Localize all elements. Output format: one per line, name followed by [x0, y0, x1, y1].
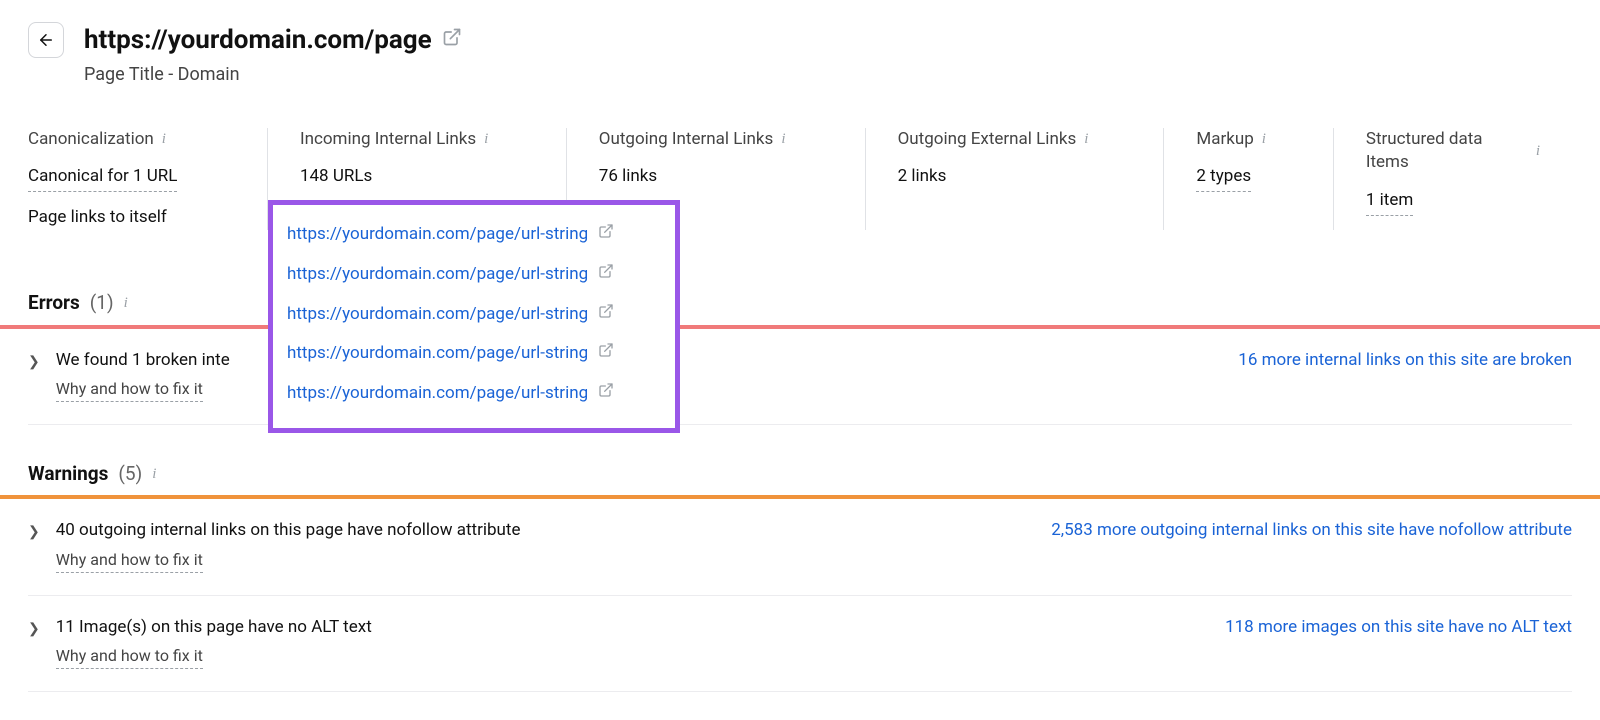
issue-text: 11 Image(s) on this page have no ALT tex…	[56, 616, 372, 640]
issue-text: We found 1 broken inte	[56, 349, 230, 373]
info-icon[interactable]: i	[162, 129, 166, 150]
stat-label: Outgoing External Links	[898, 128, 1077, 152]
dropdown-url-text: https://yourdomain.com/page/url-string	[287, 342, 588, 366]
external-link-icon[interactable]	[598, 303, 614, 327]
stat-value: 76 links	[599, 165, 833, 189]
dropdown-url-link[interactable]: https://yourdomain.com/page/url-string	[287, 374, 661, 414]
page-header: https://yourdomain.com/page Page Title -…	[28, 0, 1572, 88]
chevron-right-icon[interactable]: ❯	[28, 349, 40, 402]
dropdown-url-text: https://yourdomain.com/page/url-string	[287, 263, 588, 287]
dropdown-url-link[interactable]: https://yourdomain.com/page/url-string	[287, 215, 661, 255]
info-icon[interactable]: i	[1084, 129, 1088, 150]
stat-label: Structured data Items	[1366, 128, 1528, 176]
stat-label: Incoming Internal Links	[300, 128, 476, 152]
dropdown-url-link[interactable]: https://yourdomain.com/page/url-string	[287, 334, 661, 374]
more-issues-link[interactable]: 118 more images on this site have no ALT…	[1225, 616, 1572, 640]
external-link-icon[interactable]	[598, 342, 614, 366]
info-icon[interactable]: i	[1536, 141, 1540, 162]
section-title: Errors	[28, 290, 80, 317]
external-link-icon[interactable]	[598, 223, 614, 247]
arrow-left-icon	[37, 31, 55, 49]
stat-label: Markup	[1196, 128, 1253, 152]
dropdown-url-link[interactable]: https://yourdomain.com/page/url-string	[287, 295, 661, 335]
issue-row: ❯ We found 1 broken inte Why and how to …	[28, 329, 1572, 425]
external-link-icon[interactable]	[598, 382, 614, 406]
section-count: (5)	[118, 461, 142, 488]
stat-structured-data: Structured data Items i 1 item	[1333, 128, 1572, 230]
info-icon[interactable]: i	[124, 293, 128, 314]
stat-label: Canonicalization	[28, 128, 154, 152]
warnings-heading: Warnings (5) i	[28, 461, 1572, 488]
issue-row: ❯ 11 Image(s) on this page have no ALT t…	[28, 596, 1572, 692]
external-link-icon[interactable]	[598, 263, 614, 287]
stat-markup: Markupi 2 types	[1163, 128, 1332, 230]
stat-value-link[interactable]: Canonical for 1 URL	[28, 165, 177, 192]
errors-heading: Errors (1) i	[28, 290, 1572, 317]
info-icon[interactable]: i	[484, 129, 488, 150]
stat-value-link[interactable]: 1 item	[1366, 189, 1413, 216]
stat-label: Outgoing Internal Links	[599, 128, 774, 152]
stat-value: 148 URLs	[300, 165, 534, 189]
issue-text: 40 outgoing internal links on this page …	[56, 519, 521, 543]
stat-value: 2 links	[898, 165, 1132, 189]
info-icon[interactable]: i	[1262, 129, 1266, 150]
dropdown-url-text: https://yourdomain.com/page/url-string	[287, 382, 588, 406]
dropdown-url-link[interactable]: https://yourdomain.com/page/url-string	[287, 255, 661, 295]
section-title: Warnings	[28, 461, 108, 488]
stats-row: Canonicalization i Canonical for 1 URL Pa…	[28, 128, 1572, 230]
dropdown-url-text: https://yourdomain.com/page/url-string	[287, 223, 588, 247]
help-link[interactable]: Why and how to fix it	[56, 378, 203, 401]
info-icon[interactable]: i	[152, 464, 156, 485]
stat-outgoing-external: Outgoing External Links i 2 links	[865, 128, 1164, 230]
chevron-right-icon[interactable]: ❯	[28, 519, 40, 572]
page-url-title: https://yourdomain.com/page	[84, 22, 432, 58]
more-issues-link[interactable]: 2,583 more outgoing internal links on th…	[1051, 519, 1572, 543]
stat-value-link[interactable]: 2 types	[1196, 165, 1251, 192]
dropdown-url-text: https://yourdomain.com/page/url-string	[287, 303, 588, 327]
stat-value: Page links to itself	[28, 206, 235, 230]
info-icon[interactable]: i	[781, 129, 785, 150]
issue-row: ❯ 40 outgoing internal links on this pag…	[28, 499, 1572, 595]
external-link-icon[interactable]	[442, 27, 462, 53]
help-link[interactable]: Why and how to fix it	[56, 549, 203, 572]
chevron-right-icon[interactable]: ❯	[28, 616, 40, 669]
section-count: (1)	[90, 290, 114, 317]
incoming-links-dropdown: https://yourdomain.com/page/url-string ht…	[268, 200, 680, 433]
stat-canonicalization: Canonicalization i Canonical for 1 URL Pa…	[28, 128, 267, 230]
page-subtitle: Page Title - Domain	[84, 62, 462, 87]
help-link[interactable]: Why and how to fix it	[56, 645, 203, 668]
more-issues-link[interactable]: 16 more internal links on this site are …	[1238, 349, 1572, 373]
back-button[interactable]	[28, 22, 64, 58]
